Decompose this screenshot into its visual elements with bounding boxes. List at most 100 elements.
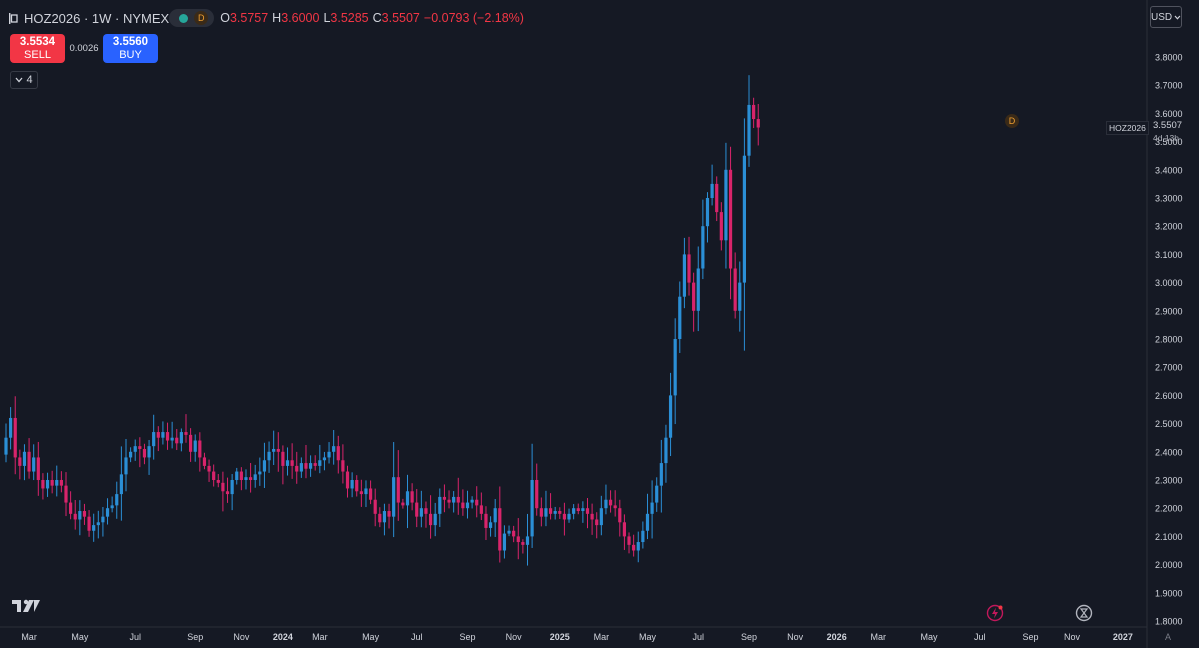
candle-body — [595, 519, 599, 526]
x-tick-label: Sep — [459, 632, 475, 642]
candle — [659, 439, 663, 513]
candle-body — [170, 437, 174, 441]
candle-body — [572, 508, 576, 514]
candle — [562, 502, 567, 536]
candle — [92, 513, 96, 542]
candle — [179, 428, 183, 452]
candle-body — [553, 511, 557, 514]
candle — [581, 501, 585, 523]
candle — [336, 435, 340, 474]
candle — [696, 246, 700, 332]
candle — [539, 497, 543, 527]
candle-body — [368, 488, 373, 500]
candle — [415, 489, 419, 528]
price-chart[interactable]: 3.80003.70003.60003.50003.40003.30003.20… — [0, 0, 1199, 648]
candle-body — [742, 155, 746, 283]
candle-body — [428, 513, 433, 526]
buy-button[interactable]: 3.5560 BUY — [103, 34, 158, 63]
y-tick-label: 3.6000 — [1155, 109, 1183, 119]
y-tick-label: 2.4000 — [1155, 447, 1183, 457]
candle — [258, 457, 262, 486]
candle-body — [710, 183, 714, 198]
candle-body — [627, 536, 631, 545]
candle — [327, 442, 331, 464]
candle-body — [50, 480, 54, 486]
tradingview-logo-icon[interactable] — [12, 598, 42, 614]
candle-body — [179, 432, 183, 444]
currency-selector[interactable]: USD — [1150, 6, 1182, 28]
candle-body — [738, 282, 742, 311]
y-tick-label: 2.2000 — [1155, 504, 1183, 514]
auto-scale-button[interactable]: A — [1165, 632, 1171, 642]
candle — [355, 475, 359, 497]
candle-body — [447, 499, 451, 503]
candle-body — [110, 505, 114, 509]
candle — [618, 499, 622, 537]
candle-body — [364, 488, 368, 495]
candle — [525, 513, 530, 566]
candle — [650, 480, 654, 539]
candle-body — [502, 533, 507, 551]
y-tick-label: 1.8000 — [1155, 617, 1183, 627]
candle — [378, 507, 382, 528]
dividend-marker[interactable]: D — [1005, 114, 1019, 128]
candle-body — [539, 508, 543, 517]
candle — [189, 428, 193, 462]
time-axis: Mar May Jul Sep Nov 2024 Mar May Jul Sep Nov 2025 Ma… — [21, 632, 1133, 642]
status-pill[interactable]: D — [169, 9, 215, 27]
candle — [507, 525, 511, 537]
candle-body — [165, 432, 170, 441]
candle-body — [322, 457, 327, 461]
candle — [645, 493, 650, 540]
candle — [22, 444, 27, 481]
candle-body — [92, 525, 96, 531]
y-tick-label: 3.0000 — [1155, 278, 1183, 288]
candle — [728, 146, 733, 300]
candle — [438, 488, 442, 527]
candle — [530, 443, 534, 548]
candle — [604, 484, 608, 515]
chart-type-icon[interactable] — [8, 12, 18, 24]
candle-body — [682, 254, 687, 297]
candle-body — [281, 451, 285, 466]
candle-body — [701, 226, 705, 269]
sell-button[interactable]: 3.5534 SELL — [10, 34, 65, 63]
chevron-down-icon — [1174, 15, 1181, 20]
x-tick-label: Nov — [1064, 632, 1081, 642]
y-tick-label: 2.0000 — [1155, 560, 1183, 570]
candle — [345, 465, 350, 498]
candle — [368, 480, 373, 505]
candle — [668, 372, 673, 457]
candle — [207, 459, 211, 482]
symbol-title[interactable]: HOZ2026 · 1W · NYMEX — [24, 11, 169, 26]
delayed-badge: D — [194, 11, 209, 25]
candle — [129, 447, 133, 463]
candle-body — [285, 460, 290, 466]
hourglass-icon[interactable] — [1075, 604, 1093, 622]
candle — [225, 477, 230, 503]
candle-body — [535, 480, 539, 509]
candle-body — [664, 437, 668, 464]
x-tick-label: Sep — [1023, 632, 1039, 642]
candle — [401, 498, 405, 509]
candle — [82, 503, 87, 525]
candle — [622, 514, 627, 550]
candle-body — [692, 282, 696, 311]
candle — [428, 495, 433, 539]
candle — [267, 441, 271, 473]
candle-body — [41, 480, 45, 489]
candle — [752, 97, 756, 129]
candle — [41, 473, 45, 500]
candle — [484, 506, 488, 541]
candle — [521, 539, 525, 554]
candle-body — [401, 502, 405, 506]
indicators-toggle[interactable]: 4 — [10, 71, 38, 89]
candle — [636, 531, 640, 563]
candle-body — [752, 104, 756, 120]
candle-body — [419, 508, 423, 517]
x-tick-label: Mar — [870, 632, 886, 642]
candle — [147, 439, 151, 475]
candle-body — [632, 544, 636, 551]
candle — [558, 507, 562, 519]
flash-event-icon[interactable] — [986, 604, 1004, 622]
